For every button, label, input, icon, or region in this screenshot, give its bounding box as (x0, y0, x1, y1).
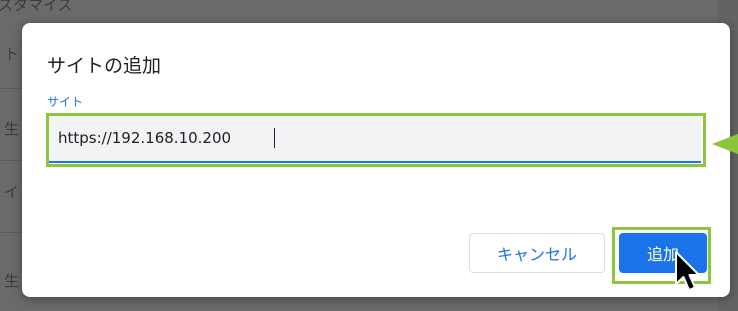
background-text: 生 (4, 272, 20, 290)
site-input[interactable] (58, 115, 688, 161)
mouse-pointer-icon (675, 251, 700, 291)
text-caret (274, 128, 275, 148)
dialog-title: サイトの追加 (47, 55, 162, 77)
background-text: 生 (4, 120, 20, 138)
site-input-container[interactable] (49, 115, 701, 163)
background-text: ト (4, 45, 20, 63)
site-field-label: サイト (47, 95, 84, 109)
add-site-dialog: サイトの追加 サイト キャンセル 追加 (22, 23, 730, 297)
background-text: スタマイス (0, 0, 73, 14)
cancel-button[interactable]: キャンセル (469, 233, 605, 273)
background-text: イ (4, 183, 20, 201)
callout-pointer (712, 134, 738, 154)
